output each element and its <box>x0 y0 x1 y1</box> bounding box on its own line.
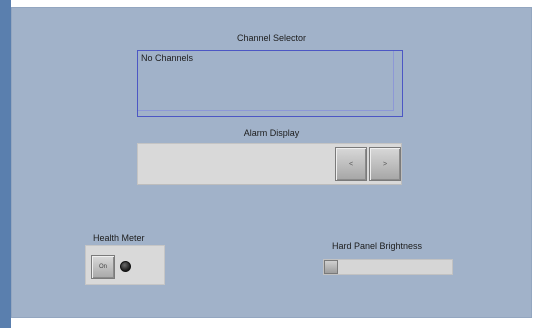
channel-selector-list[interactable]: No Channels <box>137 50 403 117</box>
brightness-title: Hard Panel Brightness <box>332 241 423 251</box>
health-meter-on-button[interactable]: On <box>91 255 115 279</box>
health-meter-title: Health Meter <box>93 233 145 243</box>
chevron-left-icon: < <box>348 160 354 168</box>
control-panel: Channel Selector No Channels Alarm Displ… <box>11 7 532 318</box>
chevron-right-icon: > <box>382 160 388 168</box>
brightness-slider[interactable] <box>323 259 453 275</box>
channel-selector-title: Channel Selector <box>236 33 307 43</box>
window-frame-bottom <box>11 318 532 328</box>
alarm-next-button[interactable]: > <box>369 147 401 181</box>
brightness-slider-thumb[interactable] <box>324 260 338 274</box>
window-frame-left <box>0 0 11 328</box>
health-meter-on-label: On <box>98 264 107 270</box>
alarm-previous-button[interactable]: < <box>335 147 367 181</box>
alarm-display: < > <box>137 143 402 185</box>
alarm-display-title: Alarm Display <box>243 128 300 138</box>
channel-list-item[interactable]: No Channels <box>141 53 193 63</box>
health-meter: On <box>85 245 165 285</box>
health-indicator-led <box>120 261 131 272</box>
